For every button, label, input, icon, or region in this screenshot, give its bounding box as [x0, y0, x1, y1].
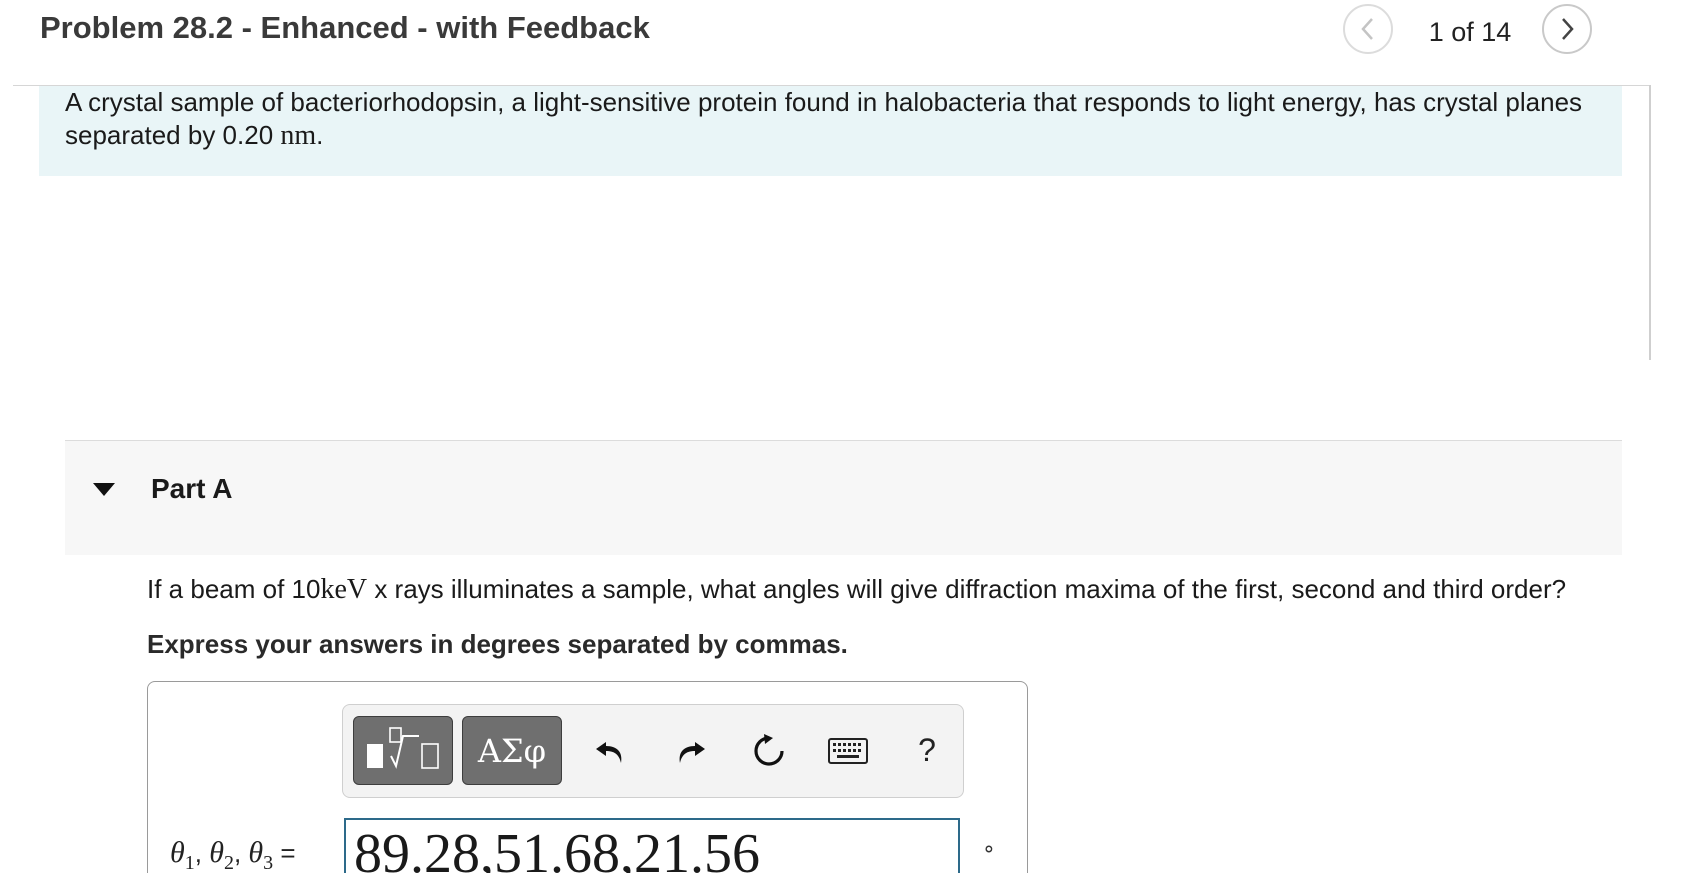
theta-1-subscript: 1: [184, 852, 195, 873]
theta-3-subscript: 3: [263, 852, 274, 873]
math-toolbar: ΑΣφ ?: [342, 704, 964, 798]
label-separator-2: ,: [233, 838, 249, 868]
caret-down-icon[interactable]: [93, 483, 115, 496]
theta-1-symbol: θ: [170, 836, 185, 869]
intro-unit: nm: [280, 120, 317, 151]
problem-intro: A crystal sample of bacteriorhodopsin, a…: [39, 86, 1622, 176]
previous-problem-button[interactable]: [1343, 4, 1393, 54]
template-sqrt-icon: [367, 726, 439, 769]
undo-icon: [596, 741, 622, 763]
part-a-header[interactable]: Part A: [65, 441, 1622, 555]
theta-2-symbol: θ: [209, 836, 224, 869]
problem-page: Problem 28.2 - Enhanced - with Feedback …: [0, 0, 1691, 873]
label-separator-1: ,: [194, 838, 210, 868]
problem-counter: 1 of 14: [1428, 17, 1512, 47]
answer-label: θ1, θ2, θ3 =: [170, 836, 296, 873]
keyboard-button[interactable]: [818, 716, 878, 785]
undo-button[interactable]: [581, 716, 641, 785]
next-problem-button[interactable]: [1542, 4, 1592, 54]
part-a-title: Part A: [151, 473, 233, 504]
intro-text: A crystal sample of bacteriorhodopsin, a…: [65, 86, 1625, 152]
theta-3-symbol: θ: [248, 836, 264, 869]
templates-button[interactable]: [353, 716, 453, 785]
reset-button[interactable]: [739, 716, 799, 785]
question-unit: keV: [320, 574, 368, 605]
keyboard-icon: [828, 737, 868, 764]
part-a-question: If a beam of 10keV x rays illuminates a …: [147, 574, 1566, 606]
question-text-end: x rays illuminates a sample, what angles…: [367, 574, 1567, 604]
theta-2-subscript: 2: [223, 852, 234, 873]
redo-icon: [679, 741, 705, 763]
answer-instruction: Express your answers in degrees separate…: [147, 629, 848, 659]
degree-unit: ∘: [982, 836, 996, 861]
answer-input[interactable]: 89.28,51.68,21.56: [344, 818, 960, 873]
question-text-start: If a beam of 10: [147, 574, 321, 604]
reset-icon: [754, 733, 784, 766]
redo-button[interactable]: [660, 716, 720, 785]
greek-symbols-button[interactable]: ΑΣφ: [462, 716, 562, 785]
help-button[interactable]: ?: [897, 716, 957, 785]
right-divider: [1649, 85, 1651, 360]
page-title: Problem 28.2 - Enhanced - with Feedback: [40, 10, 650, 45]
equals-sign: =: [273, 838, 296, 868]
chevron-left-icon: [1361, 18, 1373, 40]
chevron-right-icon: [1562, 18, 1574, 40]
intro-text-end: .: [316, 120, 324, 150]
